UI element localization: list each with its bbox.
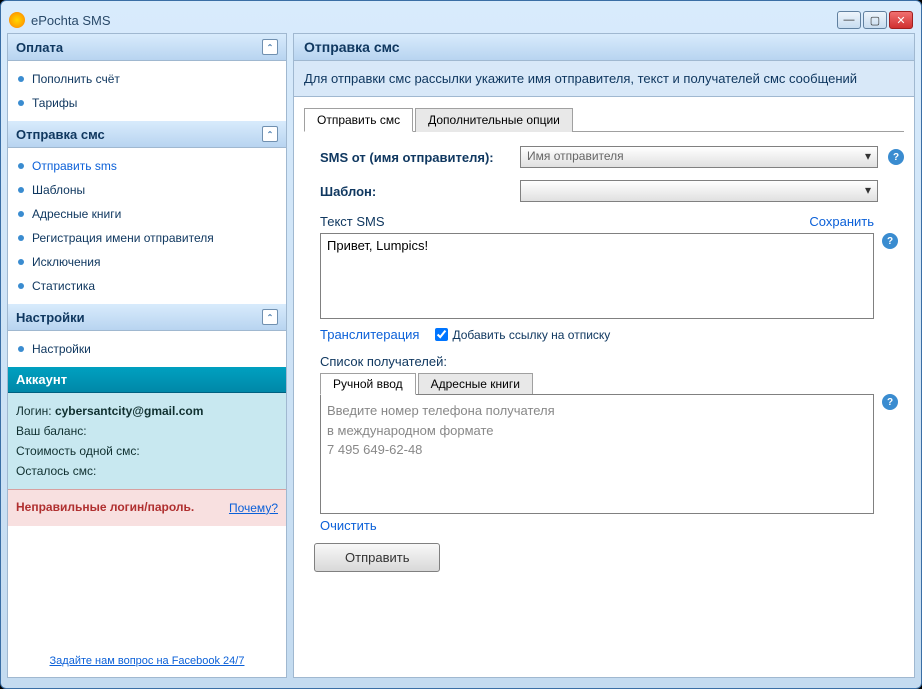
group-items-sms: Отправить sms Шаблоны Адресные книги Рег… (8, 148, 286, 304)
clear-link-wrap: Очистить (304, 518, 904, 533)
content: Отправить смс Дополнительные опции SMS о… (294, 97, 914, 677)
sender-dropdown[interactable]: Имя отправителя (520, 146, 878, 168)
group-title: Настройки (16, 310, 85, 325)
collapse-icon[interactable]: ⌃ (262, 309, 278, 325)
help-icon[interactable]: ? (882, 233, 898, 249)
sidebar-item-register-name[interactable]: Регистрация имени отправителя (12, 226, 282, 250)
recipients-wrap: Введите номер телефона получателя в межд… (304, 394, 904, 514)
sidebar-item-templates[interactable]: Шаблоны (12, 178, 282, 202)
page-description: Для отправки смс рассылки укажите имя от… (294, 61, 914, 97)
send-button[interactable]: Отправить (314, 543, 440, 572)
help-icon[interactable]: ? (882, 394, 898, 410)
account-body: Логин: cybersantcity@gmail.com Ваш балан… (8, 393, 286, 489)
group-header-sms[interactable]: Отправка смс ⌃ (8, 121, 286, 148)
tab-address-books[interactable]: Адресные книги (418, 373, 533, 395)
main-panel: Отправка смс Для отправки смс рассылки у… (293, 33, 915, 678)
group-items-settings: Настройки (8, 331, 286, 367)
window-frame: ePochta SMS — ▢ ✕ Оплата ⌃ Пополнить счё… (0, 0, 922, 689)
sender-label: SMS от (имя отправителя): (320, 150, 510, 165)
text-label: Текст SMS (320, 214, 385, 229)
help-icon[interactable]: ? (888, 149, 904, 165)
group-title: Отправка смс (16, 127, 105, 142)
group-header-settings[interactable]: Настройки ⌃ (8, 304, 286, 331)
error-link[interactable]: Почему? (229, 501, 278, 515)
group-items-payment: Пополнить счёт Тарифы (8, 61, 286, 121)
account-remaining: Осталось смс: (16, 461, 278, 481)
sidebar-item-settings[interactable]: Настройки (12, 337, 282, 361)
text-wrap: ? (304, 233, 904, 319)
clear-link[interactable]: Очистить (320, 518, 377, 533)
unsubscribe-label: Добавить ссылку на отписку (452, 328, 610, 342)
account-login: Логин: cybersantcity@gmail.com (16, 401, 278, 421)
main-tabs: Отправить смс Дополнительные опции (304, 107, 904, 132)
below-text-row: Транслитерация Добавить ссылку на отписк… (304, 327, 904, 342)
sidebar: Оплата ⌃ Пополнить счёт Тарифы Отправка … (7, 33, 287, 678)
unsubscribe-checkbox-wrap[interactable]: Добавить ссылку на отписку (435, 328, 610, 342)
account-balance: Ваш баланс: (16, 421, 278, 441)
window-controls: — ▢ ✕ (837, 11, 913, 29)
close-button[interactable]: ✕ (889, 11, 913, 29)
group-title: Оплата (16, 40, 63, 55)
minimize-button[interactable]: — (837, 11, 861, 29)
group-header-payment[interactable]: Оплата ⌃ (8, 34, 286, 61)
sidebar-item-exclusions[interactable]: Исключения (12, 250, 282, 274)
recipients-tabs: Ручной ввод Адресные книги (304, 373, 904, 395)
unsubscribe-checkbox[interactable] (435, 328, 448, 341)
collapse-icon[interactable]: ⌃ (262, 126, 278, 142)
recipients-input[interactable]: Введите номер телефона получателя в межд… (320, 394, 874, 514)
error-box: Неправильные логин/пароль. Почему? (8, 489, 286, 526)
transliterate-link[interactable]: Транслитерация (320, 327, 419, 342)
page-title: Отправка смс (294, 34, 914, 61)
template-label: Шаблон: (320, 184, 510, 199)
sms-text-input[interactable] (320, 233, 874, 319)
sidebar-item-statistics[interactable]: Статистика (12, 274, 282, 298)
collapse-icon[interactable]: ⌃ (262, 39, 278, 55)
account-header: Аккаунт (8, 367, 286, 393)
window-title: ePochta SMS (31, 13, 111, 28)
template-row: Шаблон: (304, 180, 904, 202)
account-cost: Стоимость одной смс: (16, 441, 278, 461)
sender-row: SMS от (имя отправителя): Имя отправител… (304, 146, 904, 168)
sidebar-item-topup[interactable]: Пополнить счёт (12, 67, 282, 91)
sidebar-item-tariffs[interactable]: Тарифы (12, 91, 282, 115)
maximize-button[interactable]: ▢ (863, 11, 887, 29)
app-icon (9, 12, 25, 28)
facebook-link[interactable]: Задайте нам вопрос на Facebook 24/7 (8, 645, 286, 677)
tab-manual-input[interactable]: Ручной ввод (320, 373, 416, 395)
recipients-label: Список получателей: (304, 354, 904, 369)
sidebar-item-send-sms[interactable]: Отправить sms (12, 154, 282, 178)
text-header-row: Текст SMS Сохранить (304, 214, 904, 229)
sidebar-item-address-books[interactable]: Адресные книги (12, 202, 282, 226)
titlebar: ePochta SMS — ▢ ✕ (7, 7, 915, 33)
error-text: Неправильные логин/пароль. (16, 500, 194, 516)
save-link[interactable]: Сохранить (809, 214, 874, 229)
template-dropdown[interactable] (520, 180, 878, 202)
tab-extra-options[interactable]: Дополнительные опции (415, 108, 573, 132)
tab-send-sms[interactable]: Отправить смс (304, 108, 413, 132)
